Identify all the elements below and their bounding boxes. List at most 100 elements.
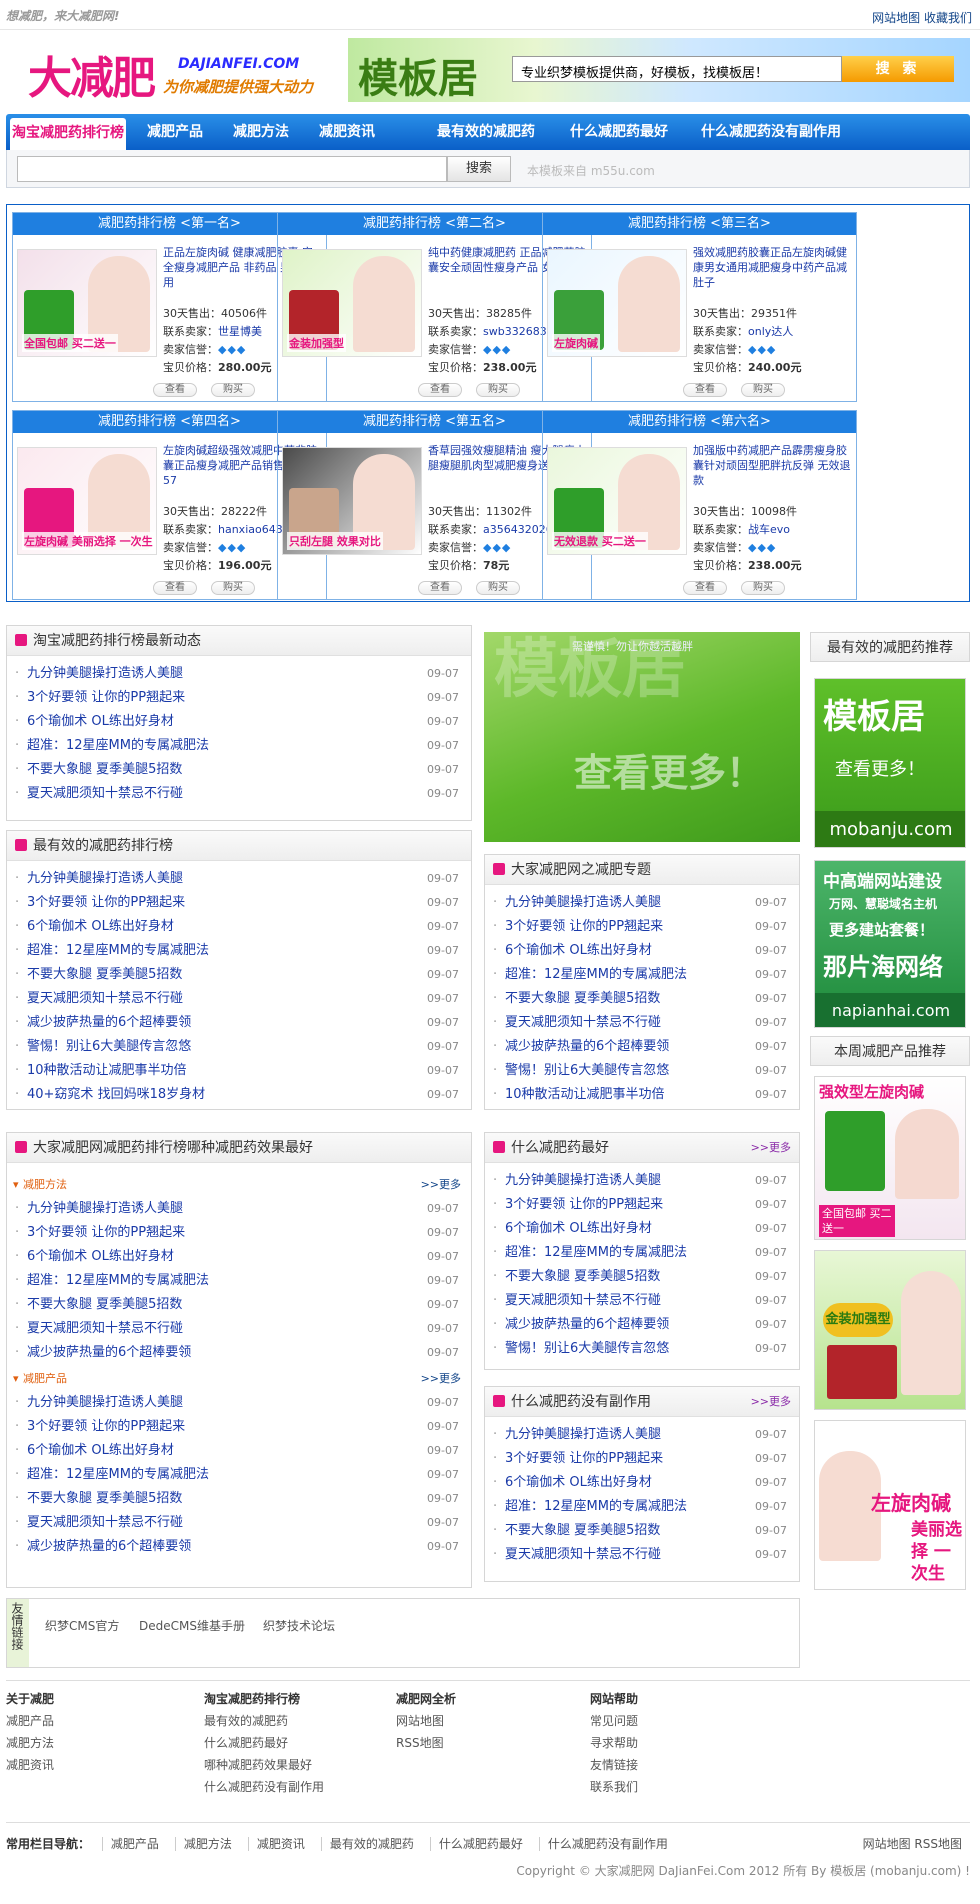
list-item-title[interactable]: 九分钟美腿操打造诱人美腿: [27, 1201, 183, 1216]
list-item[interactable]: 超准：12星座MM的专属减肥法 09-07: [485, 963, 799, 987]
list-item-title[interactable]: 警惕！别让6大美腿传言忽悠: [27, 1039, 191, 1054]
footer-nav-link[interactable]: 什么减肥药最好: [429, 1837, 523, 1851]
list-item[interactable]: 3个好要领 让你的PP翘起来 09-07: [7, 1221, 471, 1245]
list-item[interactable]: 九分钟美腿操打造诱人美腿 09-07: [485, 1423, 799, 1447]
list-item-title[interactable]: 不要大象腿 夏季美腿5招数: [27, 762, 182, 777]
promo-banner[interactable]: 需谨慎！勿让你越活越胖 模板居 查看更多！: [484, 632, 800, 842]
footer-link[interactable]: 什么减肥药没有副作用: [204, 1778, 384, 1800]
list-item[interactable]: 超准：12星座MM的专属减肥法 09-07: [7, 939, 471, 963]
footer-nav-right[interactable]: 网站地图 RSS地图: [863, 1832, 962, 1856]
site-logo[interactable]: 大减肥: [28, 42, 156, 106]
list-item-title[interactable]: 夏天减肥须知十禁忌不行碰: [27, 1321, 183, 1336]
list-item-title[interactable]: 3个好要领 让你的PP翘起来: [27, 1225, 185, 1240]
header-banner[interactable]: 模板居 专业织梦模板提供商，好模板，找模板居！ 搜 索: [348, 38, 970, 102]
list-item[interactable]: 3个好要领 让你的PP翘起来 09-07: [485, 915, 799, 939]
buy-button[interactable]: 购买: [476, 581, 520, 595]
footer-link[interactable]: 减肥资讯: [6, 1756, 186, 1778]
list-item[interactable]: 40+窈窕术 找回妈咪18岁身材 09-07: [7, 1083, 471, 1107]
list-item-title[interactable]: 减少披萨热量的6个超棒要领: [505, 1039, 669, 1054]
list-item-title[interactable]: 夏天减肥须知十禁忌不行碰: [27, 786, 183, 801]
list-item-title[interactable]: 警惕！别让6大美腿传言忽悠: [505, 1341, 669, 1356]
seller-link[interactable]: 战车evo: [748, 523, 790, 536]
list-item-title[interactable]: 6个瑜伽术 OL练出好身材: [27, 1249, 174, 1264]
list-item[interactable]: 6个瑜伽术 OL练出好身材 09-07: [7, 710, 471, 734]
nav-item-news[interactable]: 减肥资讯: [306, 114, 388, 150]
footer-link[interactable]: 哪种减肥药效果最好: [204, 1756, 384, 1778]
list-item[interactable]: 夏天减肥须知十禁忌不行碰 09-07: [7, 987, 471, 1011]
list-item[interactable]: 3个好要领 让你的PP翘起来 09-07: [7, 891, 471, 915]
list-item-title[interactable]: 3个好要领 让你的PP翘起来: [505, 1451, 663, 1466]
list-item[interactable]: 超准：12星座MM的专属减肥法 09-07: [485, 1241, 799, 1265]
list-item-title[interactable]: 超准：12星座MM的专属减肥法: [505, 967, 687, 982]
list-item[interactable]: 超准：12星座MM的专属减肥法 09-07: [485, 1495, 799, 1519]
list-item-title[interactable]: 夏天减肥须知十禁忌不行碰: [505, 1015, 661, 1030]
list-item-title[interactable]: 不要大象腿 夏季美腿5招数: [505, 1523, 660, 1538]
list-item[interactable]: 减少披萨热量的6个超棒要领 09-07: [7, 1011, 471, 1035]
footer-link[interactable]: 网站地图: [396, 1712, 576, 1734]
list-item[interactable]: 3个好要领 让你的PP翘起来 09-07: [7, 686, 471, 710]
buy-button[interactable]: 购买: [476, 383, 520, 397]
sidebar-ad-napianhai[interactable]: 中高端网站建设 万网、慧聪域名主机 更多建站套餐！ 那片海网络 napianha…: [814, 860, 966, 1028]
list-item-title[interactable]: 超准：12星座MM的专属减肥法: [27, 738, 209, 753]
list-item[interactable]: 九分钟美腿操打造诱人美腿 09-07: [485, 891, 799, 915]
list-item[interactable]: 警惕！别让6大美腿传言忽悠 09-07: [7, 1035, 471, 1059]
footer-link[interactable]: 常见问题: [590, 1712, 770, 1734]
list-item-title[interactable]: 不要大象腿 夏季美腿5招数: [27, 1491, 182, 1506]
list-item[interactable]: 警惕！别让6大美腿传言忽悠 09-07: [485, 1059, 799, 1083]
nav-item-products[interactable]: 减肥产品: [134, 114, 216, 150]
list-item-title[interactable]: 3个好要领 让你的PP翘起来: [27, 690, 185, 705]
list-item-title[interactable]: 九分钟美腿操打造诱人美腿: [505, 1173, 661, 1188]
friend-link-1[interactable]: 织梦CMS官方: [45, 1617, 119, 1634]
list-item[interactable]: 夏天减肥须知十禁忌不行碰 09-07: [485, 1011, 799, 1035]
view-button[interactable]: 查看: [153, 383, 197, 397]
rank-card-image[interactable]: 左旋肉碱: [547, 249, 687, 357]
footer-nav-link[interactable]: 什么减肥药没有副作用: [538, 1837, 668, 1851]
which-more-link[interactable]: >>更多: [421, 1367, 461, 1391]
list-item-title[interactable]: 3个好要领 让你的PP翘起来: [27, 1419, 185, 1434]
list-item[interactable]: 不要大象腿 夏季美腿5招数 09-07: [7, 963, 471, 987]
noside-more-link[interactable]: >>更多: [751, 1387, 791, 1417]
list-item[interactable]: 3个好要领 让你的PP翘起来 09-07: [7, 1415, 471, 1439]
seller-link[interactable]: 世星博美: [218, 325, 262, 338]
list-item-title[interactable]: 不要大象腿 夏季美腿5招数: [27, 967, 182, 982]
footer-link[interactable]: 寻求帮助: [590, 1734, 770, 1756]
sidebar-ad-mobanju[interactable]: 模板居 查看更多！ mobanju.com: [814, 678, 966, 848]
list-item-title[interactable]: 10种散活动让减肥事半功倍: [27, 1063, 187, 1078]
view-button[interactable]: 查看: [418, 383, 462, 397]
search-input[interactable]: [17, 156, 447, 182]
list-item-title[interactable]: 减少披萨热量的6个超棒要领: [27, 1345, 191, 1360]
list-item-title[interactable]: 3个好要领 让你的PP翘起来: [505, 919, 663, 934]
list-item-title[interactable]: 九分钟美腿操打造诱人美腿: [27, 666, 183, 681]
list-item[interactable]: 不要大象腿 夏季美腿5招数 09-07: [485, 987, 799, 1011]
list-item-title[interactable]: 超准：12星座MM的专属减肥法: [27, 1273, 209, 1288]
list-item-title[interactable]: 九分钟美腿操打造诱人美腿: [505, 895, 661, 910]
sidebar-product-2[interactable]: 金装加强型: [814, 1250, 966, 1410]
list-item-title[interactable]: 6个瑜伽术 OL练出好身材: [27, 1443, 174, 1458]
rank-card-image[interactable]: 无效退款 买二送一: [547, 447, 687, 555]
footer-link[interactable]: 联系我们: [590, 1778, 770, 1800]
list-item[interactable]: 不要大象腿 夏季美腿5招数 09-07: [485, 1519, 799, 1543]
seller-link[interactable]: only达人: [748, 325, 793, 338]
list-item[interactable]: 减少披萨热量的6个超棒要领 09-07: [485, 1313, 799, 1337]
list-item-title[interactable]: 九分钟美腿操打造诱人美腿: [27, 1395, 183, 1410]
sidebar-product-1[interactable]: 强效型左旋肉碱 全国包邮 买二送一: [814, 1076, 966, 1240]
list-item-title[interactable]: 减少披萨热量的6个超棒要领: [27, 1539, 191, 1554]
list-item[interactable]: 警惕！别让6大美腿传言忽悠 09-07: [485, 1337, 799, 1361]
list-item[interactable]: 3个好要领 让你的PP翘起来 09-07: [485, 1193, 799, 1217]
list-item[interactable]: 6个瑜伽术 OL练出好身材 09-07: [7, 1245, 471, 1269]
list-item-title[interactable]: 减少披萨热量的6个超棒要领: [27, 1015, 191, 1030]
list-item[interactable]: 夏天减肥须知十禁忌不行碰 09-07: [7, 1317, 471, 1341]
list-item[interactable]: 6个瑜伽术 OL练出好身材 09-07: [7, 1439, 471, 1463]
nav-item-most-effective[interactable]: 最有效的减肥药: [426, 114, 546, 150]
list-item[interactable]: 九分钟美腿操打造诱人美腿 09-07: [7, 1197, 471, 1221]
list-item[interactable]: 不要大象腿 夏季美腿5招数 09-07: [485, 1265, 799, 1289]
footer-link[interactable]: RSS地图: [396, 1734, 576, 1756]
nav-item-best[interactable]: 什么减肥药最好: [560, 114, 678, 150]
view-button[interactable]: 查看: [418, 581, 462, 595]
rank-card-image[interactable]: 只刮左腿 效果对比: [282, 447, 422, 555]
best-more-link[interactable]: >>更多: [751, 1133, 791, 1163]
view-button[interactable]: 查看: [683, 581, 727, 595]
search-button[interactable]: 搜索: [447, 156, 511, 182]
list-item-title[interactable]: 10种散活动让减肥事半功倍: [505, 1087, 665, 1102]
list-item-title[interactable]: 3个好要领 让你的PP翘起来: [27, 895, 185, 910]
